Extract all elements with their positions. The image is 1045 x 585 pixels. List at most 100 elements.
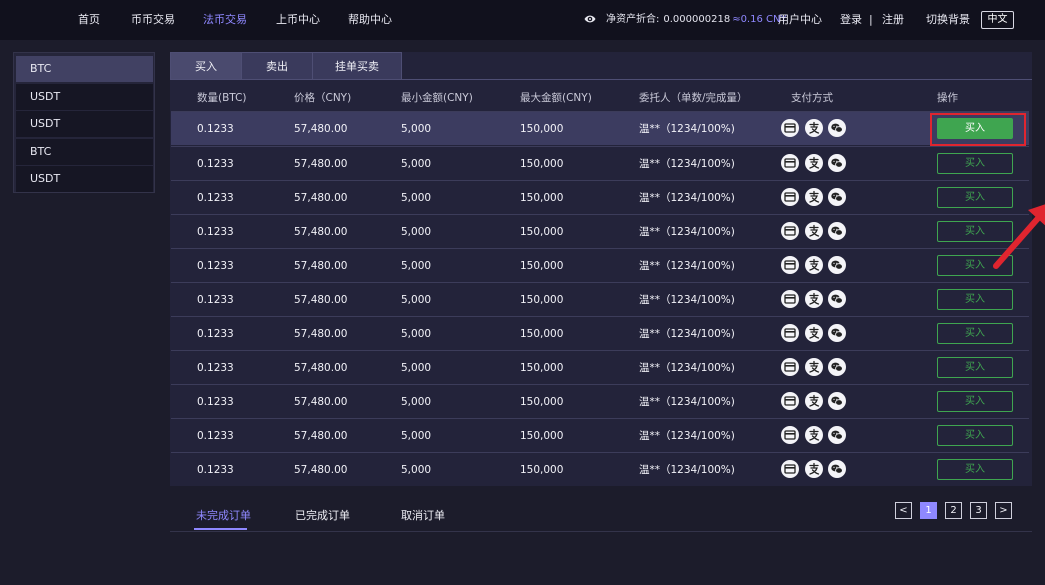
cell-price: 57,480.00: [294, 464, 348, 476]
pagination-page-2[interactable]: 2: [945, 502, 962, 519]
sidebar-item-btc[interactable]: BTC: [16, 56, 153, 82]
header-payment-method: 支付方式: [791, 92, 833, 104]
sidebar-item-usdt[interactable]: USDT: [16, 84, 153, 110]
nav-home[interactable]: 首页: [78, 0, 100, 40]
cell-trader: 温**（1234/100%): [639, 158, 735, 170]
nav-switch-background[interactable]: 切换背景: [926, 0, 970, 40]
nav-otc-trading[interactable]: 法币交易: [203, 0, 247, 40]
header-min-amount: 最小金额(CNY): [401, 92, 473, 104]
alipay-icon: [805, 119, 823, 137]
nav-user-center[interactable]: 用户中心: [778, 0, 822, 40]
cell-trader: 温**（1234/100%): [639, 362, 735, 374]
cell-min-amount: 5,000: [401, 294, 432, 306]
cell-quantity: 0.1233: [197, 294, 234, 306]
cell-price: 57,480.00: [294, 260, 348, 272]
tab-completed-orders[interactable]: 已完成订单: [295, 507, 350, 523]
header-price: 价格（CNY): [294, 92, 352, 104]
wechat-icon: [828, 256, 846, 274]
cell-min-amount: 5,000: [401, 158, 432, 170]
net-asset-label: 净资产折合:: [606, 14, 660, 25]
order-tabs-divider: [170, 531, 1032, 532]
cell-max-amount: 150,000: [520, 464, 564, 476]
cell-trader: 温**（1234/100%): [639, 430, 735, 442]
tab-sell[interactable]: 卖出: [241, 52, 313, 80]
wechat-icon: [828, 188, 846, 206]
pagination-page-1[interactable]: 1: [920, 502, 937, 519]
alipay-icon: [805, 358, 823, 376]
tab-cancelled-orders[interactable]: 取消订单: [401, 507, 445, 523]
alipay-icon: [805, 188, 823, 206]
cell-price: 57,480.00: [294, 396, 348, 408]
nav-login[interactable]: 登录: [840, 0, 862, 40]
sidebar-item-usdt[interactable]: USDT: [16, 111, 153, 137]
buy-button[interactable]: 买入: [937, 391, 1013, 412]
tab-open-orders[interactable]: 未完成订单: [196, 507, 251, 523]
tabs-divider: [170, 79, 1032, 80]
bank-card-icon: [781, 188, 799, 206]
cell-quantity: 0.1233: [197, 158, 234, 170]
eye-icon[interactable]: [584, 14, 596, 24]
alipay-icon: [805, 290, 823, 308]
alipay-icon: [805, 324, 823, 342]
cell-price: 57,480.00: [294, 123, 348, 135]
bank-card-icon: [781, 426, 799, 444]
cell-price: 57,480.00: [294, 158, 348, 170]
cell-quantity: 0.1233: [197, 226, 234, 238]
wechat-icon: [828, 392, 846, 410]
sidebar-item-usdt[interactable]: USDT: [16, 166, 153, 192]
cell-max-amount: 150,000: [520, 260, 564, 272]
table-row: 0.1233 57,480.00 5,000 150,000 温**（1234/100%…: [171, 350, 1029, 384]
cell-min-amount: 5,000: [401, 430, 432, 442]
tab-buy[interactable]: 买入: [170, 52, 242, 80]
table-row: 0.1233 57,480.00 5,000 150,000 温**（1234/100%…: [171, 214, 1029, 248]
cell-max-amount: 150,000: [520, 362, 564, 374]
alipay-icon: [805, 222, 823, 240]
table-row: 0.1233 57,480.00 5,000 150,000 温**（1234/100%…: [171, 111, 1029, 146]
cell-trader: 温**（1234/100%): [639, 260, 735, 272]
pagination-page-3[interactable]: 3: [970, 502, 987, 519]
cell-min-amount: 5,000: [401, 226, 432, 238]
buy-button[interactable]: 买入: [937, 289, 1013, 310]
bank-card-icon: [781, 324, 799, 342]
cell-max-amount: 150,000: [520, 294, 564, 306]
annotation-highlight-box: [930, 113, 1026, 146]
bank-card-icon: [781, 290, 799, 308]
cell-quantity: 0.1233: [197, 362, 234, 374]
nav-spot-trading[interactable]: 币币交易: [131, 0, 175, 40]
active-tab-underline: [194, 528, 247, 530]
cell-quantity: 0.1233: [197, 328, 234, 340]
buy-button[interactable]: 买入: [937, 153, 1013, 174]
nav-listing-center[interactable]: 上币中心: [276, 0, 320, 40]
table-row: 0.1233 57,480.00 5,000 150,000 温**（1234/100%…: [171, 418, 1029, 452]
net-asset-value: 0.000000218: [663, 14, 731, 25]
cell-max-amount: 150,000: [520, 328, 564, 340]
pagination-prev-button[interactable]: <: [895, 502, 912, 519]
buy-button[interactable]: 买入: [937, 425, 1013, 446]
sidebar-item-btc[interactable]: BTC: [16, 139, 153, 165]
cell-min-amount: 5,000: [401, 362, 432, 374]
alipay-icon: [805, 460, 823, 478]
pagination-next-button[interactable]: >: [995, 502, 1012, 519]
nav-register[interactable]: 注册: [882, 0, 904, 40]
bank-card-icon: [781, 392, 799, 410]
buy-button[interactable]: 买入: [937, 459, 1013, 480]
table-row: 0.1233 57,480.00 5,000 150,000 温**（1234/100%…: [171, 146, 1029, 180]
wechat-icon: [828, 154, 846, 172]
nav-help-center[interactable]: 帮助中心: [348, 0, 392, 40]
cell-quantity: 0.1233: [197, 192, 234, 204]
cell-price: 57,480.00: [294, 294, 348, 306]
wechat-icon: [828, 324, 846, 342]
buy-button[interactable]: 买入: [937, 323, 1013, 344]
cell-max-amount: 150,000: [520, 123, 564, 135]
cell-min-amount: 5,000: [401, 260, 432, 272]
cell-trader: 温**（1234/100%): [639, 226, 735, 238]
table-row: 0.1233 57,480.00 5,000 150,000 温**（1234/100%…: [171, 248, 1029, 282]
annotation-arrow-icon: [993, 204, 1045, 269]
coin-sidebar: BTC USDT USDT BTC USDT: [13, 52, 155, 193]
buy-button[interactable]: 买入: [937, 357, 1013, 378]
tab-post-order[interactable]: 挂单买卖: [312, 52, 402, 80]
net-asset: 净资产折合: 0.000000218 ≈0.16 CNY: [606, 0, 787, 40]
table-row: 0.1233 57,480.00 5,000 150,000 温**（1234/100%…: [171, 452, 1029, 486]
language-button[interactable]: 中文: [981, 11, 1014, 29]
cell-quantity: 0.1233: [197, 123, 234, 135]
